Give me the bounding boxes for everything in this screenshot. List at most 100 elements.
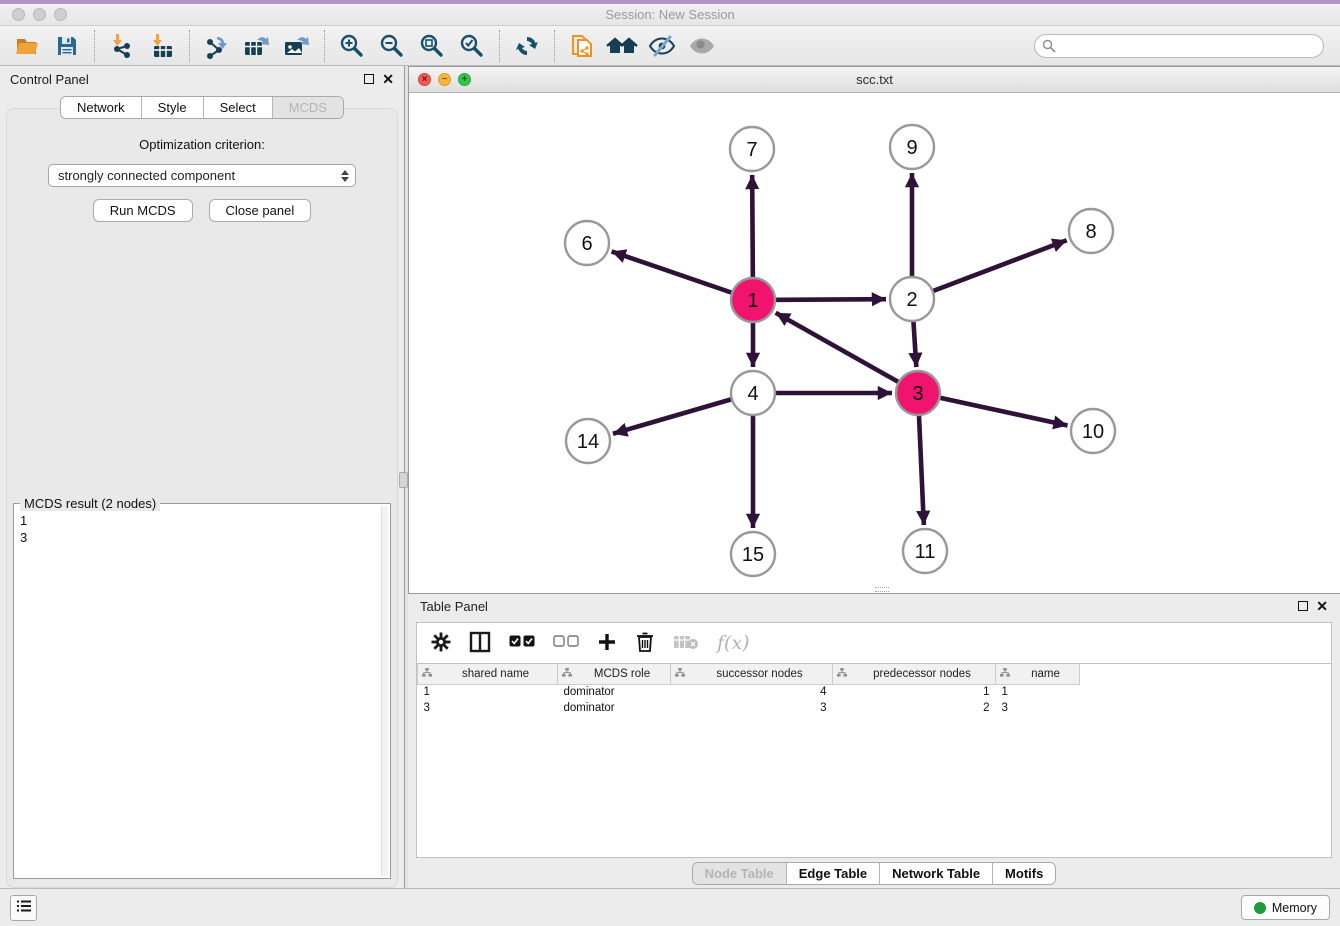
table-row[interactable]: 3dominator323: [418, 700, 1080, 716]
table-cell[interactable]: 4: [671, 684, 833, 700]
export-network-button[interactable]: [202, 31, 232, 61]
tab-network[interactable]: Network: [61, 97, 142, 118]
apply-layout-button[interactable]: [512, 31, 542, 61]
column-type-icon: [562, 668, 572, 680]
column-header-successor-nodes[interactable]: successor nodes: [671, 664, 833, 684]
svg-text:15: 15: [742, 544, 764, 566]
network-canvas[interactable]: 7 9 6 8 1 2 4 3 14 10 15 11: [409, 93, 1340, 593]
zoom-fit-button[interactable]: [417, 31, 447, 61]
graph-node-1[interactable]: 1: [731, 278, 775, 322]
table-cell[interactable]: dominator: [558, 684, 671, 700]
delete-table-button[interactable]: [673, 633, 699, 654]
tab-network-table[interactable]: Network Table: [880, 863, 993, 884]
tab-mcds[interactable]: MCDS: [273, 97, 343, 118]
main-titlebar: Session: New Session: [0, 4, 1340, 26]
table-cell[interactable]: 1: [418, 684, 558, 700]
import-network-button[interactable]: [107, 31, 137, 61]
criterion-dropdown[interactable]: strongly connected component: [48, 164, 356, 187]
graph-node-3[interactable]: 3: [896, 371, 940, 415]
create-column-button[interactable]: [597, 632, 617, 655]
table-cell[interactable]: 1: [833, 684, 996, 700]
run-mcds-button[interactable]: Run MCDS: [93, 199, 193, 222]
task-history-button[interactable]: [10, 895, 37, 921]
mcds-tab-content: Optimization criterion: strongly connect…: [6, 108, 398, 888]
import-network-icon: [109, 33, 135, 59]
column-header-shared-name[interactable]: shared name: [418, 664, 558, 684]
close-panel-button[interactable]: Close panel: [209, 199, 312, 222]
table-cell[interactable]: dominator: [558, 700, 671, 716]
graph-node-11[interactable]: 11: [903, 529, 947, 573]
tab-node-table[interactable]: Node Table: [693, 863, 787, 884]
column-type-icon: [422, 668, 432, 680]
graph-node-2[interactable]: 2: [890, 277, 934, 321]
graph-node-6[interactable]: 6: [565, 221, 609, 265]
search-input[interactable]: [1034, 34, 1324, 58]
eye-icon: [688, 34, 716, 58]
result-scrollbar[interactable]: [381, 506, 388, 876]
column-header-name[interactable]: name: [996, 664, 1080, 684]
task-list-icon: [16, 899, 32, 916]
tab-edge-table[interactable]: Edge Table: [787, 863, 880, 884]
import-table-button[interactable]: [147, 31, 177, 61]
tab-select[interactable]: Select: [204, 97, 273, 118]
canvas-resize-grip[interactable]: [875, 587, 889, 592]
table-row[interactable]: 1dominator411: [418, 684, 1080, 700]
mcds-result-text[interactable]: 13: [20, 512, 380, 876]
memory-button[interactable]: Memory: [1241, 895, 1330, 920]
column-type-icon: [1000, 668, 1010, 680]
network-minimize-button[interactable]: −: [438, 73, 451, 86]
graph-node-15[interactable]: 15: [731, 532, 775, 576]
table-cell[interactable]: 3: [418, 700, 558, 716]
function-builder-button[interactable]: f(x): [717, 632, 750, 654]
float-table-panel-icon[interactable]: [1298, 601, 1308, 611]
graph-edge-3-1[interactable]: [776, 313, 918, 393]
table-cell[interactable]: 3: [671, 700, 833, 716]
zoom-selected-button[interactable]: [457, 31, 487, 61]
zoom-out-button[interactable]: [377, 31, 407, 61]
graph-node-4[interactable]: 4: [731, 371, 775, 415]
table-cell[interactable]: 3: [996, 700, 1080, 716]
hide-selected-button[interactable]: [647, 31, 677, 61]
unselect-all-button[interactable]: [553, 635, 579, 651]
panel-splitter[interactable]: [404, 66, 408, 888]
node-table-container: shared nameMCDS rolesuccessor nodesprede…: [416, 664, 1332, 858]
column-header-predecessor-nodes[interactable]: predecessor nodes: [833, 664, 996, 684]
close-table-panel-icon[interactable]: ✕: [1316, 599, 1328, 613]
export-table-button[interactable]: [242, 31, 272, 61]
select-all-button[interactable]: [509, 635, 535, 651]
tab-motifs[interactable]: Motifs: [993, 863, 1055, 884]
graph-node-14[interactable]: 14: [566, 419, 610, 463]
search-container: [1034, 34, 1324, 58]
column-header-MCDS-role[interactable]: MCDS role: [558, 664, 671, 684]
network-window-titlebar[interactable]: × − + scc.txt: [409, 67, 1340, 93]
dropdown-stepper-icon: [341, 170, 349, 182]
new-network-from-selection-button[interactable]: [567, 31, 597, 61]
columns-icon: [469, 631, 491, 656]
network-close-button[interactable]: ×: [418, 73, 431, 86]
graph-node-10[interactable]: 10: [1071, 409, 1115, 453]
show-all-button[interactable]: [687, 31, 717, 61]
float-panel-icon[interactable]: [364, 74, 374, 84]
graph-node-7[interactable]: 7: [730, 127, 774, 171]
export-image-button[interactable]: [282, 31, 312, 61]
network-view-window: × − + scc.txt 7 9 6 8 1 2 4 3 14 10 15: [408, 66, 1340, 594]
table-cell[interactable]: 2: [833, 700, 996, 716]
first-neighbors-button[interactable]: [607, 31, 637, 61]
houses-icon: [606, 34, 638, 58]
close-panel-icon[interactable]: ✕: [382, 72, 394, 86]
table-cell[interactable]: 1: [996, 684, 1080, 700]
graph-node-9[interactable]: 9: [890, 125, 934, 169]
tab-style[interactable]: Style: [142, 97, 204, 118]
graph-edge-2-8[interactable]: [912, 240, 1067, 299]
open-session-button[interactable]: [12, 31, 42, 61]
svg-text:4: 4: [747, 383, 758, 405]
splitter-grip[interactable]: [399, 472, 408, 488]
delete-column-button[interactable]: [635, 631, 655, 656]
show-column-button[interactable]: [469, 631, 491, 656]
memory-status-icon: [1254, 902, 1266, 914]
save-session-button[interactable]: [52, 31, 82, 61]
zoom-in-button[interactable]: [337, 31, 367, 61]
table-settings-button[interactable]: [431, 632, 451, 655]
network-maximize-button[interactable]: +: [458, 73, 471, 86]
graph-node-8[interactable]: 8: [1069, 209, 1113, 253]
